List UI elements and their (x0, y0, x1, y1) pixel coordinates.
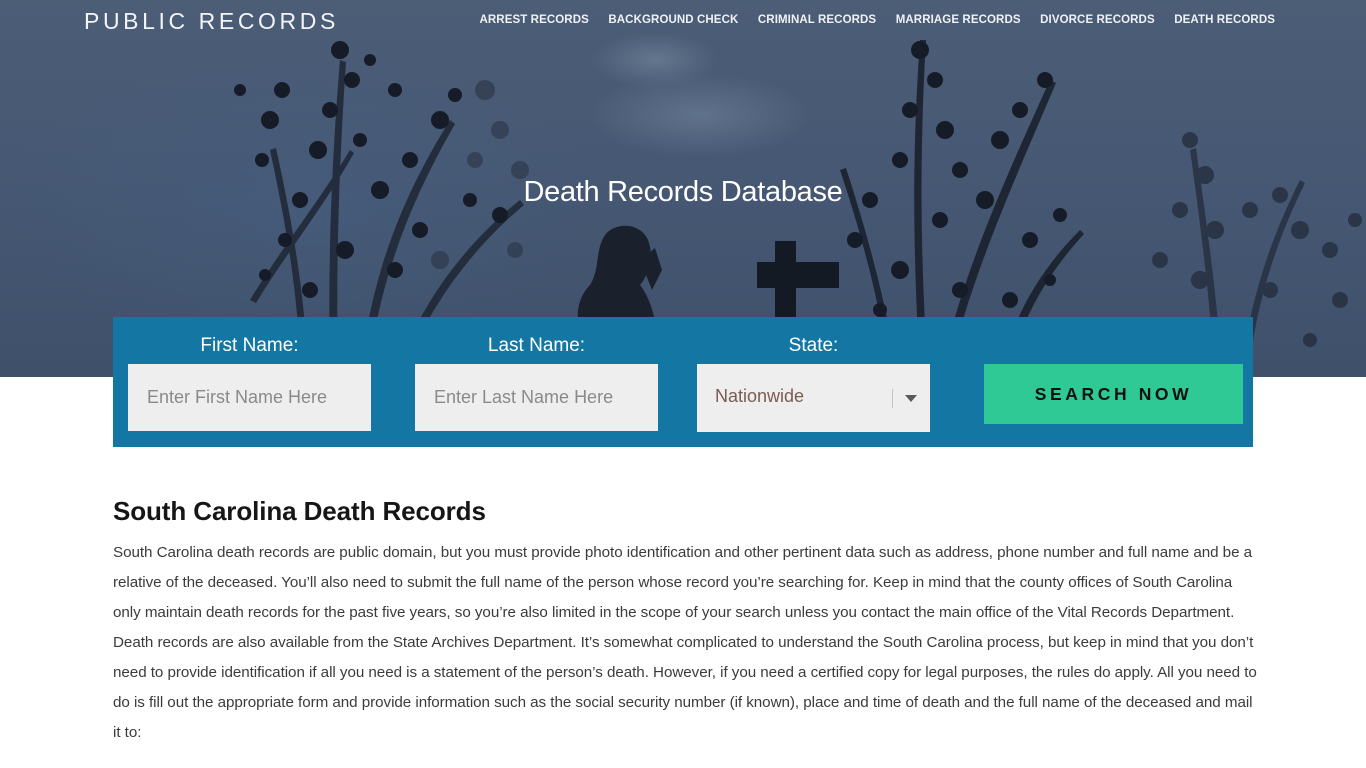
nav-criminal-records[interactable]: CRIMINAL RECORDS (758, 14, 876, 26)
nav-marriage-records[interactable]: MARRIAGE RECORDS (896, 14, 1021, 26)
nav-background-check[interactable]: BACKGROUND CHECK (608, 14, 738, 26)
search-form: First Name: Last Name: State: Nationwide… (113, 317, 1253, 447)
nav-arrest-records[interactable]: ARREST RECORDS (479, 14, 588, 26)
first-name-label: First Name: (200, 335, 299, 356)
hero-title: Death Records Database (523, 176, 843, 208)
main-nav: ARREST RECORDS BACKGROUND CHECK CRIMINAL… (460, 14, 1275, 26)
select-divider (892, 389, 893, 408)
nav-death-records[interactable]: DEATH RECORDS (1174, 14, 1275, 26)
last-name-input[interactable] (415, 364, 658, 431)
article: South Carolina Death Records South Carol… (113, 496, 1258, 748)
chevron-down-icon (905, 395, 917, 402)
state-select[interactable]: Nationwide (697, 364, 930, 432)
first-name-input[interactable] (128, 364, 371, 431)
search-now-button[interactable]: SEARCH NOW (984, 364, 1243, 424)
last-name-label: Last Name: (487, 335, 586, 356)
state-selected-value: Nationwide (715, 386, 805, 406)
site-logo[interactable]: PUBLIC RECORDS (84, 8, 339, 35)
nav-divorce-records[interactable]: DIVORCE RECORDS (1040, 14, 1155, 26)
article-heading: South Carolina Death Records (113, 496, 486, 526)
article-paragraph: South Carolina death records are public … (113, 544, 1257, 741)
state-label: State: (788, 335, 839, 356)
